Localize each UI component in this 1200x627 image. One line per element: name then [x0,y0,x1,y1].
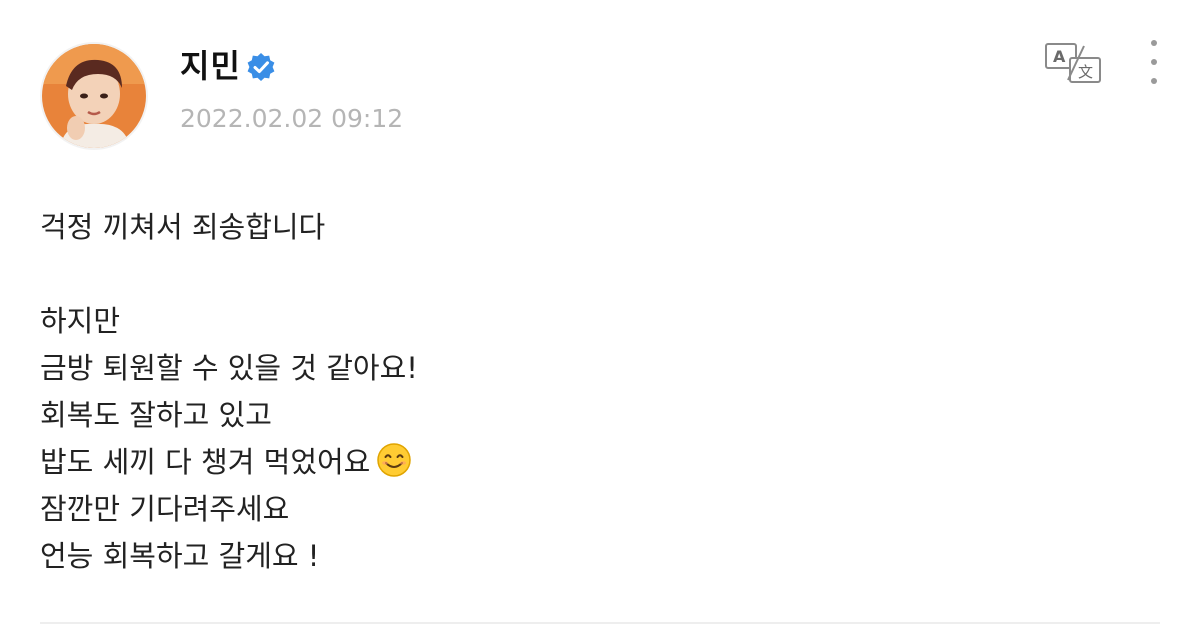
post-divider [40,622,1160,624]
post-line: 금방 퇴원할 수 있을 것 같아요! [40,351,418,385]
avatar-photo [42,44,146,148]
smiling-face-emoji-icon [377,443,412,477]
more-dot-icon [1151,59,1157,65]
post-line-blank [40,251,418,298]
svg-text:文: 文 [1078,63,1093,81]
author-avatar[interactable] [42,44,146,148]
author-name[interactable]: 지민 [180,46,241,86]
post-line: 하지만 [40,304,121,338]
post-line: 잠깐만 기다려주세요 [40,492,290,526]
post-line-with-emoji: 밥도 세끼 다 챙겨 먹었어요 [40,439,418,486]
post-line: 걱정 끼쳐서 죄송합니다 [40,210,326,244]
more-options-button[interactable] [1138,34,1170,90]
post-line-text: 밥도 세끼 다 챙겨 먹었어요 [40,445,371,479]
translate-icon: A 文 [1045,43,1101,83]
verified-badge-icon [247,53,275,81]
more-dot-icon [1151,40,1157,46]
svg-text:A: A [1053,47,1066,66]
translate-button[interactable]: A 文 [1040,40,1108,86]
post-card: 지민 2022.02.02 09:12 A 文 걱정 끼쳐서 죄송합니다 하지만… [0,0,1200,627]
more-dot-icon [1151,78,1157,84]
post-body: 걱정 끼쳐서 죄송합니다 하지만 금방 퇴원할 수 있을 것 같아요! 회복도 … [40,204,418,580]
post-line: 회복도 잘하고 있고 [40,398,272,432]
post-line: 언능 회복하고 갈게요 ! [40,539,320,573]
post-timestamp: 2022.02.02 09:12 [180,104,404,133]
